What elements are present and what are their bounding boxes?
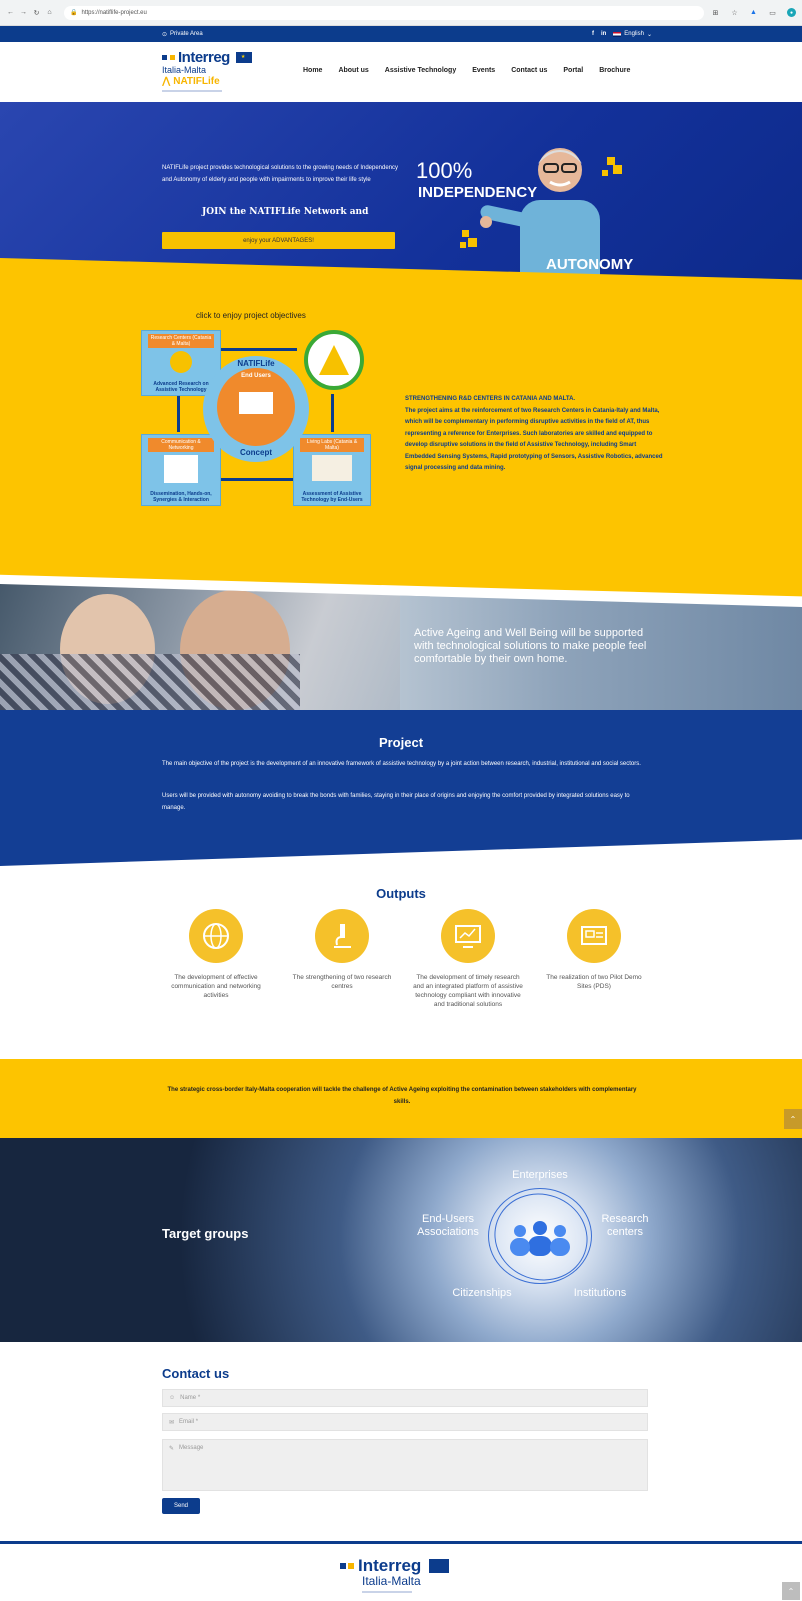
- objectives-click-label[interactable]: click to enjoy project objectives: [196, 311, 306, 320]
- email-field[interactable]: ✉ Email *: [162, 1413, 648, 1431]
- uk-flag-icon: [613, 31, 622, 37]
- name-field[interactable]: ☺ Name *: [162, 1389, 648, 1407]
- demo-site-icon: [567, 909, 621, 963]
- translate-icon[interactable]: ⊞: [711, 8, 720, 17]
- strategic-band: The strategic cross-border Italy-Malta c…: [0, 1059, 802, 1138]
- hero-100-percent: 100%: [416, 158, 473, 183]
- research-icon: [170, 351, 192, 373]
- strategic-text: The strategic cross-border Italy-Malta c…: [167, 1087, 637, 1105]
- user-icon: ☺: [169, 1395, 176, 1401]
- objectives-section: [0, 258, 802, 597]
- target-groups-title: Target groups: [162, 1226, 249, 1241]
- globe-network-icon: [189, 909, 243, 963]
- eu-flag-icon: [429, 1559, 450, 1573]
- url-text: https://natiflife-project.eu: [81, 9, 147, 16]
- enterprises-circle[interactable]: [304, 330, 364, 390]
- nav-assistive-technology[interactable]: Assistive Technology: [385, 67, 456, 74]
- living-labs-box[interactable]: Living Labs (Catania & Malta) Assessment…: [293, 434, 371, 506]
- natiflife-logo-icon: [319, 345, 349, 375]
- project-paragraph-2: Users will be provided with autonomy avo…: [162, 793, 630, 811]
- top-strip: ⊙ Private Area f in English ⌄: [0, 26, 802, 42]
- profile-icon[interactable]: ●: [787, 8, 796, 17]
- active-ageing-photo: [0, 584, 802, 712]
- language-selector[interactable]: English ⌄: [613, 31, 652, 38]
- outputs-title: Outputs: [376, 886, 426, 901]
- nav-brochure[interactable]: Brochure: [599, 67, 630, 74]
- end-users-icon: [239, 392, 273, 414]
- lock-icon: 🔒: [70, 10, 78, 16]
- footer-logo[interactable]: Interreg Italia-Malta: [340, 1556, 450, 1593]
- private-area-link[interactable]: ⊙ Private Area: [162, 31, 203, 38]
- microscope-icon: [315, 909, 369, 963]
- forward-icon[interactable]: →: [19, 8, 28, 17]
- scroll-top-button[interactable]: ⌃: [784, 1109, 802, 1129]
- chevron-up-icon: ⌃: [789, 1114, 797, 1124]
- group-people-icon: [510, 1221, 570, 1256]
- target-end-users: End-Users Associations: [417, 1213, 479, 1238]
- concept-center: NATIFLife End Users Concept: [217, 359, 295, 457]
- site-header: Interreg Italia-Malta ⋀ NATIFLife Home A…: [0, 42, 802, 102]
- footer-divider: [0, 1541, 802, 1544]
- target-enterprises: Enterprises: [512, 1169, 568, 1181]
- project-section: [0, 710, 802, 866]
- site-logo[interactable]: Interreg Italia-Malta ⋀ NATIFLife: [162, 49, 257, 95]
- active-ageing-text: Active Ageing and Well Being will be sup…: [414, 627, 647, 665]
- network-icon: [164, 455, 198, 483]
- target-groups-section: [0, 1138, 802, 1342]
- advantages-button[interactable]: enjoy your ADVANTAGES!: [162, 232, 395, 249]
- browser-toolbar: ← → ↻ ⌂ 🔒 https://natiflife-project.eu ⊞…: [0, 0, 802, 26]
- output-item: The realization of two Pilot Demo Sites …: [539, 909, 649, 991]
- chevron-down-icon: ⌄: [646, 31, 652, 38]
- output-item: The development of timely research and a…: [413, 909, 523, 1009]
- chevron-up-icon: ⌃: [787, 1586, 795, 1596]
- pencil-icon: ✎: [169, 1446, 175, 1452]
- nav-home[interactable]: Home: [303, 67, 322, 74]
- project-paragraph-1: The main objective of the project is the…: [162, 761, 641, 767]
- window-icon[interactable]: ▭: [768, 8, 777, 17]
- objectives-text: STRENGTHENING R&D CENTERS IN CATANIA AND…: [405, 396, 663, 471]
- facebook-icon[interactable]: f: [592, 31, 594, 37]
- project-title: Project: [378, 735, 424, 750]
- mail-icon: ✉: [169, 1419, 175, 1426]
- target-research-centers: Research centers: [601, 1213, 649, 1238]
- main-nav: Home About us Assistive Technology Event…: [303, 67, 630, 74]
- user-icon: ⊙: [162, 31, 168, 38]
- target-citizenships: Citizenships: [452, 1287, 512, 1299]
- reload-icon[interactable]: ↻: [32, 8, 41, 17]
- hero-description: NATIFLife project provides technological…: [162, 165, 399, 183]
- hero-autonomy: AUTONOMY: [546, 256, 634, 273]
- eu-flag-icon: [235, 52, 252, 63]
- concept-diagram[interactable]: Research Centers (Catania & Malta) Advan…: [141, 328, 379, 514]
- nav-portal[interactable]: Portal: [563, 67, 583, 74]
- star-icon[interactable]: ☆: [730, 8, 739, 17]
- address-bar[interactable]: 🔒 https://natiflife-project.eu: [64, 5, 704, 20]
- output-item: The development of effective communicati…: [161, 909, 271, 1000]
- send-button[interactable]: Send: [162, 1498, 200, 1514]
- linkedin-icon[interactable]: in: [601, 31, 606, 37]
- message-field[interactable]: ✎ Message: [162, 1439, 648, 1491]
- nav-contact-us[interactable]: Contact us: [511, 67, 547, 74]
- communication-box[interactable]: Communication & Networking Dissemination…: [141, 434, 221, 506]
- hero-join-text: JOIN the NATIFLife Network and: [202, 207, 369, 217]
- output-item: The strengthening of two research centre…: [287, 909, 397, 991]
- target-institutions: Institutions: [573, 1287, 627, 1299]
- home-icon[interactable]: ⌂: [45, 8, 54, 17]
- footer-scroll-top-button[interactable]: ⌃: [782, 1582, 800, 1600]
- back-icon[interactable]: ←: [6, 8, 15, 17]
- nav-about-us[interactable]: About us: [338, 67, 368, 74]
- monitor-chart-icon: [441, 909, 495, 963]
- house-icon: [312, 455, 352, 481]
- extension-icon[interactable]: ▲: [749, 8, 758, 17]
- contact-title: Contact us: [162, 1366, 230, 1381]
- hero-independency: INDEPENDENCY: [418, 184, 538, 201]
- nav-events[interactable]: Events: [472, 67, 495, 74]
